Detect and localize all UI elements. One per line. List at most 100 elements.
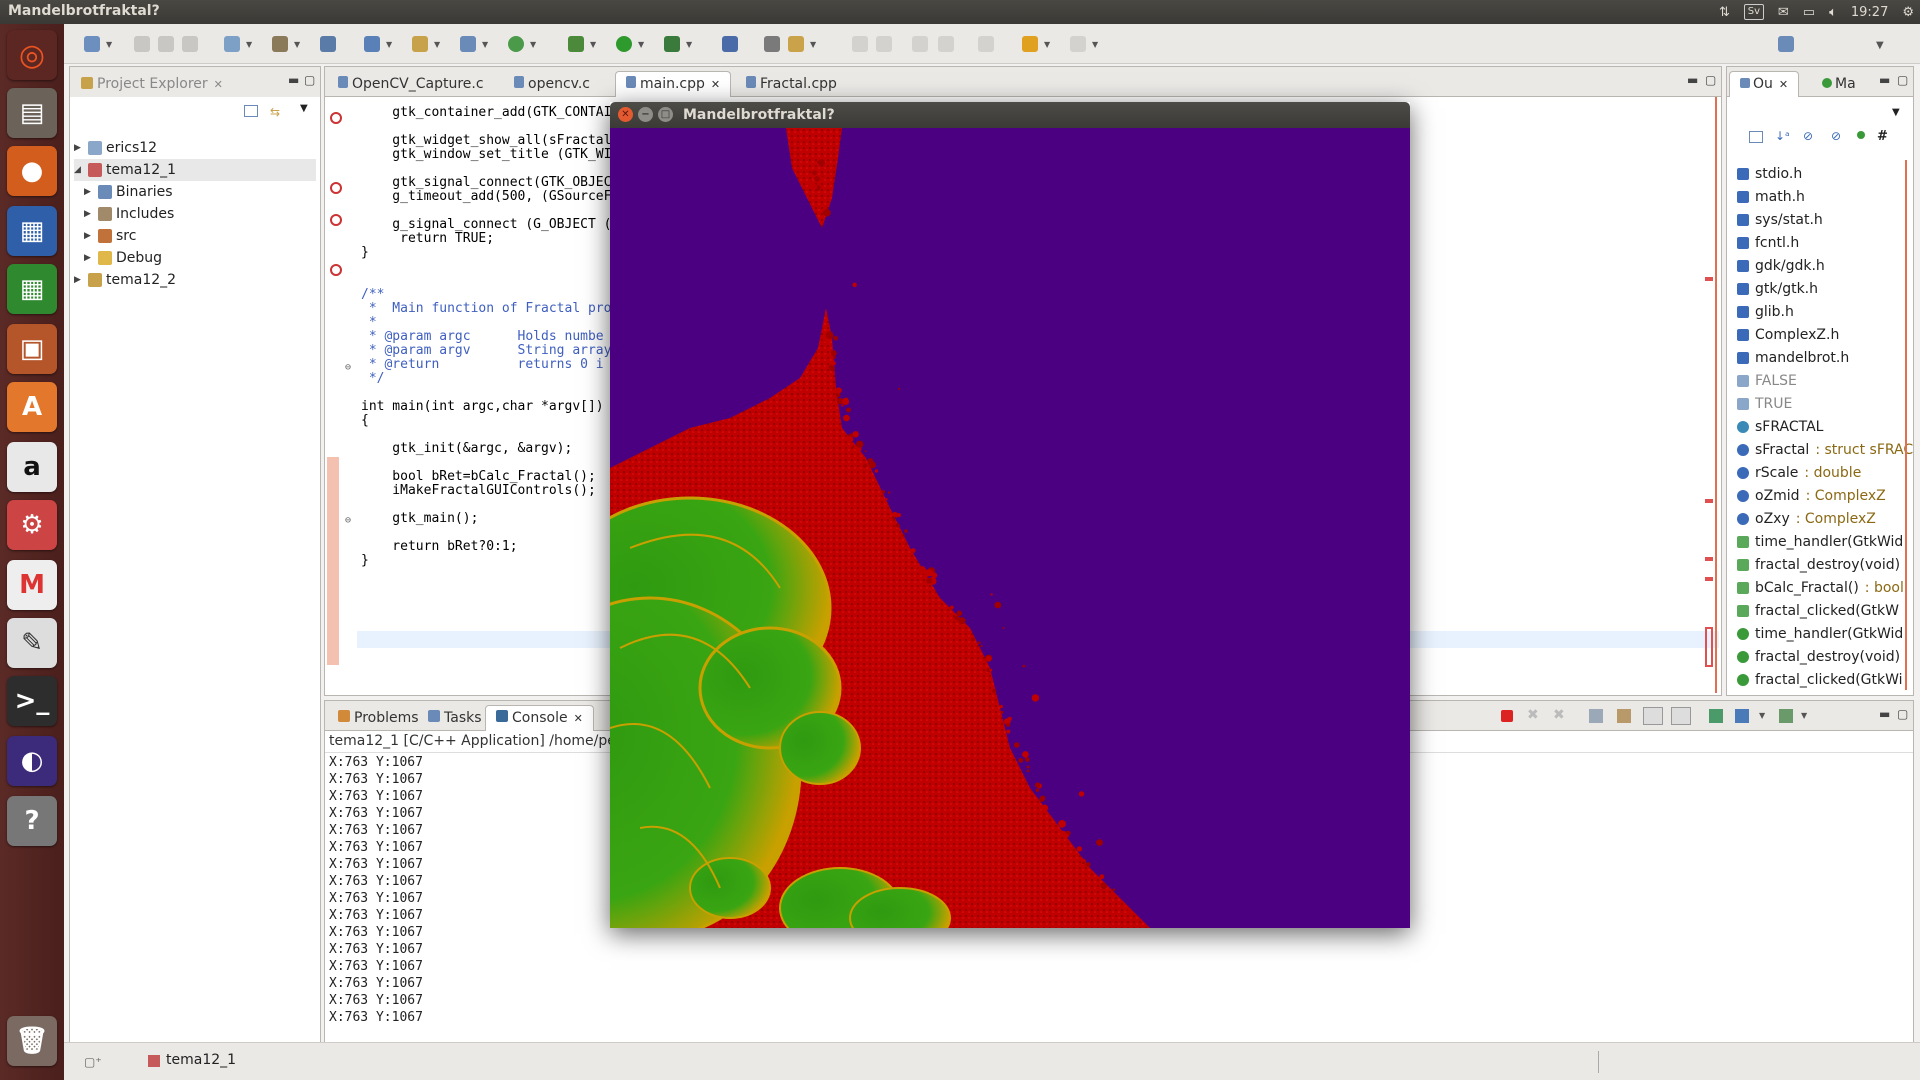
open-perspective-icon[interactable] xyxy=(1778,36,1794,52)
minimize-icon[interactable]: ▬ xyxy=(1879,707,1890,721)
build-all-icon[interactable] xyxy=(320,36,336,52)
tree-item-tema12-2[interactable]: ▶ tema12_2 xyxy=(74,269,176,291)
ubuntu-dash-icon[interactable]: ◎ xyxy=(7,30,57,80)
overview-marker[interactable] xyxy=(1705,577,1713,581)
code-line[interactable]: return TRUE; xyxy=(361,231,494,248)
close-icon[interactable]: ✕ xyxy=(711,78,720,91)
hide-fields-icon[interactable]: ⊘ xyxy=(1803,129,1813,143)
fold-icon[interactable]: ⊖ xyxy=(345,515,351,526)
code-line[interactable]: gtk_main(); xyxy=(361,511,478,528)
prev-annotation-icon[interactable] xyxy=(912,36,928,52)
maximize-window-button[interactable]: □ xyxy=(658,107,673,122)
code-line[interactable]: g_timeout_add(500, (GSourceFun xyxy=(361,189,627,206)
view-menu-icon[interactable]: ▼ xyxy=(1892,107,1900,118)
display-console-icon[interactable] xyxy=(1735,709,1749,723)
overview-marker[interactable] xyxy=(1705,277,1713,281)
tab-problems[interactable]: Problems xyxy=(327,705,430,731)
outline-item[interactable]: fcntl.h xyxy=(1737,231,1805,254)
tab-make-targets[interactable]: Ma xyxy=(1811,71,1867,97)
outline-item[interactable]: gdk/gdk.h xyxy=(1737,254,1831,277)
code-line[interactable]: iMakeFractalGUIControls(); xyxy=(361,483,596,500)
back-history-icon[interactable] xyxy=(978,36,994,52)
outline-item[interactable]: ComplexZ.h xyxy=(1737,323,1845,346)
overview-marker[interactable] xyxy=(1705,557,1713,561)
code-line[interactable]: * @return returns 0 i xyxy=(361,357,604,374)
save-icon[interactable] xyxy=(134,36,150,52)
tree-item-erics12[interactable]: ▶ erics12 xyxy=(74,137,157,159)
remove-all-icon[interactable]: ✖ xyxy=(1553,707,1565,723)
new-c-project-icon[interactable] xyxy=(364,36,380,52)
trash-icon[interactable]: 🗑︎ xyxy=(7,1016,57,1066)
sort-icon[interactable]: ↓ᵃ xyxy=(1775,129,1790,143)
tree-item-includes[interactable]: ▶ Includes xyxy=(84,203,174,225)
error-marker-icon[interactable] xyxy=(330,182,342,194)
clock[interactable]: 19:27 xyxy=(1851,5,1888,20)
hide-macros-icon[interactable]: # xyxy=(1877,129,1888,144)
external-tools-icon[interactable] xyxy=(664,36,680,52)
fast-view-icon[interactable]: ▢⁺ xyxy=(84,1055,102,1069)
tab-opencv-capture[interactable]: OpenCV_Capture.c xyxy=(327,71,495,97)
calc-icon[interactable]: ▦ xyxy=(7,264,57,314)
expand-icon[interactable]: ▶ xyxy=(74,143,84,153)
outline-item[interactable]: rScale : double xyxy=(1737,461,1861,484)
toggle-mark-icon[interactable] xyxy=(852,36,868,52)
tab-fractal-cpp[interactable]: Fractal.cpp xyxy=(735,71,848,97)
outline-item[interactable]: mandelbrot.h xyxy=(1737,346,1855,369)
fractal-window[interactable]: ✕ − □ Mandelbrotfraktal? xyxy=(610,102,1410,928)
tree-item-src[interactable]: ▶ src xyxy=(84,225,136,247)
show-console-error-icon[interactable] xyxy=(1671,707,1691,725)
expand-icon[interactable]: ▶ xyxy=(84,231,94,241)
files-icon[interactable]: ▤ xyxy=(7,88,57,138)
tab-project-explorer[interactable]: Project Explorer ✕ xyxy=(70,71,234,97)
new-folder-icon[interactable] xyxy=(412,36,428,52)
collapse-all-icon[interactable] xyxy=(244,105,258,117)
volume-icon[interactable]: 🔈︎ xyxy=(1829,5,1837,20)
network-icon[interactable]: ⇅ xyxy=(1719,5,1730,20)
code-line[interactable]: } xyxy=(361,553,369,570)
pin-console-icon[interactable] xyxy=(1709,709,1723,723)
scroll-lock-icon[interactable] xyxy=(1617,709,1631,723)
print-icon[interactable] xyxy=(182,36,198,52)
fractal-canvas[interactable] xyxy=(610,128,1410,928)
outline-item[interactable]: FALSE xyxy=(1737,369,1803,392)
link-editor-icon[interactable]: ⇆ xyxy=(270,105,280,119)
outline-item[interactable]: fractal_clicked(GtkW xyxy=(1737,599,1905,622)
outline-item[interactable]: math.h xyxy=(1737,185,1811,208)
close-window-button[interactable]: ✕ xyxy=(618,107,633,122)
gear-icon[interactable]: ⚙ xyxy=(1902,5,1914,20)
new-class-icon[interactable] xyxy=(460,36,476,52)
outline-item[interactable]: oZmid : ComplexZ xyxy=(1737,484,1886,507)
chevron-down-icon[interactable]: ▼ xyxy=(1801,711,1807,720)
gmail-icon[interactable]: M xyxy=(7,560,57,610)
outline-item[interactable]: time_handler(GtkWid xyxy=(1737,622,1909,645)
outline-item[interactable]: sFRACTAL xyxy=(1737,415,1829,438)
expand-icon[interactable]: ▶ xyxy=(74,275,84,285)
text-editor-icon[interactable]: ✎ xyxy=(7,618,57,668)
tree-item-binaries[interactable]: ▶ Binaries xyxy=(84,181,173,203)
chevron-down-icon[interactable]: ▼ xyxy=(1759,711,1765,720)
minimize-icon[interactable]: ▬ xyxy=(1879,73,1890,87)
close-icon[interactable]: ✕ xyxy=(214,78,223,91)
outline-item[interactable]: fractal_clicked(GtkWi xyxy=(1737,668,1909,690)
outline-item[interactable]: stdio.h xyxy=(1737,162,1808,185)
build-config-icon[interactable] xyxy=(224,36,240,52)
back-icon[interactable] xyxy=(1022,36,1038,52)
copy-icon[interactable] xyxy=(1589,709,1603,723)
last-edit-icon[interactable] xyxy=(938,36,954,52)
hide-static-icon[interactable]: ⊘ xyxy=(1831,129,1841,143)
mandelbrot-image[interactable] xyxy=(610,128,1410,928)
code-line[interactable]: */ xyxy=(361,371,385,388)
system-settings-icon[interactable]: ⚙ xyxy=(7,500,57,550)
writer-icon[interactable]: ▦ xyxy=(7,206,57,256)
run-icon[interactable] xyxy=(616,36,632,52)
hide-nonpublic-icon[interactable] xyxy=(1857,131,1865,139)
show-console-output-icon[interactable] xyxy=(1643,707,1663,725)
expand-icon[interactable]: ▶ xyxy=(84,209,94,219)
tab-outline[interactable]: Ou ✕ xyxy=(1729,71,1800,97)
minimize-window-button[interactable]: − xyxy=(638,107,653,122)
fractal-window-titlebar[interactable]: ✕ − □ Mandelbrotfraktal? xyxy=(610,102,1410,128)
code-line[interactable]: } xyxy=(361,245,369,262)
outline-item[interactable]: bCalc_Fractal() : bool xyxy=(1737,576,1904,599)
close-icon[interactable]: ✕ xyxy=(574,712,583,725)
outline-item[interactable]: fractal_destroy(void) xyxy=(1737,645,1906,668)
